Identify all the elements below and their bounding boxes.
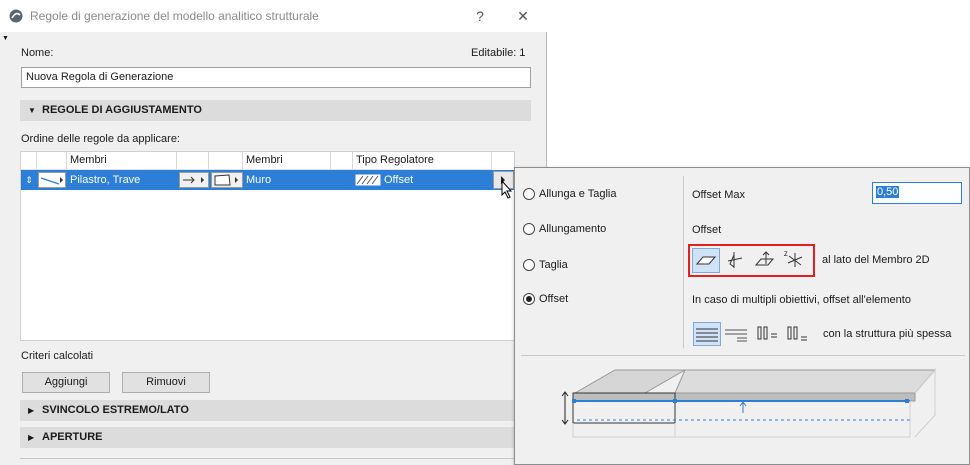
- order-label: Ordine delle regole da applicare:: [21, 133, 180, 145]
- remove-button[interactable]: Rimuovi: [122, 372, 210, 393]
- divider: [521, 355, 965, 356]
- dialog-title: Regole di generazione del modello analit…: [30, 9, 319, 23]
- xyz-axes-icon: Z: [784, 252, 803, 267]
- offset-mode-plane-button[interactable]: [692, 248, 720, 273]
- col-header-icon1: [37, 152, 67, 170]
- help-button[interactable]: ?: [470, 6, 490, 26]
- rules-table: Membri Membri Tipo Regolatore ⇕ Pilastro…: [20, 151, 515, 341]
- svg-text:Z: Z: [784, 252, 788, 258]
- offset-mode-up-button[interactable]: [752, 248, 780, 273]
- criteria-label: Criteri calcolati: [21, 350, 94, 362]
- option-label[interactable]: Allungamento: [539, 223, 606, 235]
- chevron-down-icon: ▼: [28, 106, 36, 115]
- core-bottom-button[interactable]: [785, 322, 813, 346]
- core-bottom-icon: [787, 326, 807, 341]
- slab-member-icon: [214, 174, 238, 186]
- name-input[interactable]: Nuova Regola di Generazione: [21, 67, 531, 88]
- thickest-text: con la struttura più spessa: [823, 328, 952, 340]
- member2-type-button[interactable]: [211, 172, 243, 188]
- divider: [20, 458, 531, 459]
- editable-label: Editabile: 1: [471, 47, 526, 59]
- col-header-members2[interactable]: Membri: [243, 152, 331, 170]
- regulator-type-popup: Allunga e Taglia Allungamento Taglia Off…: [514, 167, 970, 465]
- offset-preview-image: [561, 368, 937, 438]
- radio-taglia[interactable]: [523, 259, 535, 271]
- col-header-spacer: [331, 152, 353, 170]
- radio-allunga-taglia[interactable]: [523, 188, 535, 200]
- row-drag-handle-icon[interactable]: ⇕: [21, 170, 37, 190]
- option-label[interactable]: Offset: [539, 293, 568, 305]
- offset-mode-xyz-button[interactable]: Z: [782, 248, 810, 273]
- col-header-type[interactable]: Tipo Regolatore: [353, 152, 492, 170]
- title-bar: Regole di generazione del modello analit…: [0, 0, 547, 32]
- add-button[interactable]: Aggiungi: [22, 372, 110, 393]
- side-text: al lato del Membro 2D: [822, 254, 930, 266]
- thin-structure-button[interactable]: [723, 322, 751, 346]
- axis-offset-icon: [754, 251, 775, 266]
- section-free-end[interactable]: ▶ SVINCOLO ESTREMO/LATO: [20, 400, 531, 421]
- section-adjust-rules[interactable]: ▼ REGOLE DI AGGIUSTAMENTO: [20, 100, 531, 121]
- col-header-handle: [21, 152, 37, 170]
- core-top-icon: [757, 326, 777, 340]
- chevron-right-icon: ▶: [28, 406, 35, 415]
- direction-button[interactable]: [179, 172, 209, 188]
- thin-structure-icon: [725, 329, 747, 342]
- multi-target-text: In caso di multipli obiettivi, offset al…: [692, 294, 911, 306]
- close-button[interactable]: ✕: [513, 6, 533, 26]
- mouse-cursor-icon: [501, 180, 513, 199]
- app-logo-icon: [9, 9, 23, 23]
- cross-plane-icon: [727, 252, 743, 268]
- col-header-arrow: [177, 152, 209, 170]
- section-openings[interactable]: ▶ APERTURE: [20, 427, 531, 448]
- thickest-structure-button[interactable]: [693, 322, 721, 346]
- chevron-right-icon: ▶: [28, 433, 35, 442]
- line-member-icon: [40, 177, 63, 185]
- col-header-members1[interactable]: Membri: [67, 152, 177, 170]
- row-regulator-type[interactable]: Offset: [381, 170, 481, 190]
- name-label: Nome:: [21, 47, 54, 59]
- offset-label: Offset: [692, 224, 722, 236]
- option-label[interactable]: Allunga e Taglia: [539, 188, 616, 200]
- row-members2[interactable]: Muro: [243, 170, 331, 190]
- radio-allungamento[interactable]: [523, 223, 535, 235]
- offset-max-label: Offset Max: [692, 189, 745, 201]
- core-top-button[interactable]: [755, 322, 783, 346]
- arrow-right-icon: [183, 176, 204, 184]
- member1-type-button[interactable]: [38, 172, 66, 188]
- vertical-divider: [683, 176, 684, 348]
- offset-max-input[interactable]: 0,50: [872, 182, 962, 204]
- col-header-icon2: [209, 152, 243, 170]
- rules-dialog: Regole di generazione del modello analit…: [0, 0, 547, 465]
- offset-hatch-icon: [355, 174, 381, 186]
- collapse-arrow-icon[interactable]: ▼: [2, 35, 9, 42]
- plane-offset-icon: [695, 256, 717, 265]
- radio-offset[interactable]: [523, 293, 535, 305]
- row-members1[interactable]: Pilastro, Trave: [67, 170, 177, 190]
- option-label[interactable]: Taglia: [539, 259, 568, 271]
- offset-mode-cross-button[interactable]: [722, 248, 750, 273]
- thick-structure-icon: [696, 328, 718, 342]
